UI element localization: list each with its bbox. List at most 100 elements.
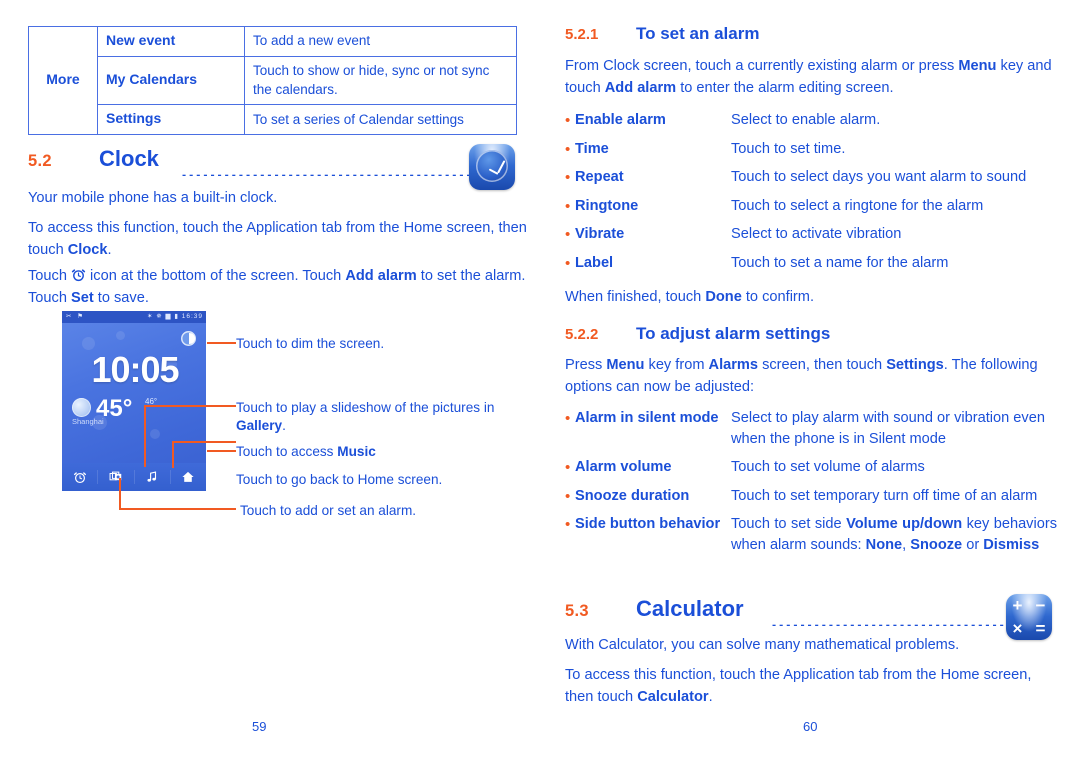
text-bold-none: None (865, 537, 903, 554)
calculator-glyphs: + − × = (1006, 594, 1052, 640)
list-item: • Side button behavior Touch to set side V… (565, 514, 1057, 556)
phone-status-bar: ✂ ⚑ ✶ ✵ ▆ ▮ 16:39 (62, 311, 206, 323)
bullet-icon: • (565, 410, 571, 427)
list-item: • Repeat Touch to select days you want ala… (565, 167, 1057, 189)
list-item: • Vibrate Select to activate vibration (565, 224, 1057, 246)
text-bold-dismiss: Dismiss (983, 537, 1040, 554)
option-desc: Touch to select a ringtone for the alarm (731, 197, 984, 214)
status-left-icons: ✂ ⚑ (66, 313, 86, 320)
table-cell-desc: Touch to show or hide, sync or not sync … (244, 55, 517, 106)
section-heading-calculator: 5.3 Calculator .........................… (565, 594, 1060, 640)
toolbar-gallery-button[interactable] (97, 470, 133, 484)
text-bold-add-alarm: Add alarm (345, 268, 417, 284)
brightness-icon[interactable] (181, 331, 196, 346)
bullet-icon: • (565, 254, 571, 272)
clock-hand-hour (488, 168, 499, 175)
wallpaper-drop (116, 331, 125, 340)
section-title: Calculator (636, 596, 744, 621)
clock-paragraph-1: Your mobile phone has a built-in clock. (28, 190, 278, 206)
bullet-icon: • (565, 459, 571, 476)
bullet-icon: • (565, 197, 571, 215)
callout-label-music: Touch to access Music (236, 443, 526, 461)
option-term: Side button behavior (575, 516, 721, 533)
s521-intro-paragraph: From Clock screen, touch a currently exi… (565, 56, 1057, 100)
callout-label-home: Touch to go back to Home screen. (236, 472, 443, 487)
option-term: Alarm in silent mode (575, 410, 719, 426)
clock-hand-minute (497, 160, 506, 174)
text-bold-settings: Settings (886, 357, 944, 373)
callout-line-music-vertical (172, 441, 174, 468)
clock-face (476, 150, 508, 182)
text-bold-alarms: Alarms (708, 357, 759, 373)
text-run: From Clock screen, touch a currently exi… (565, 58, 959, 74)
bullet-icon: • (565, 516, 571, 534)
text-bold-menu: Menu (958, 58, 997, 74)
text-bold-snooze: Snooze (910, 537, 963, 554)
toolbar-music-button[interactable] (133, 470, 170, 484)
bullet-icon: • (565, 140, 571, 158)
table-row-header-more: More (28, 25, 98, 136)
alarm-clock-icon (71, 268, 86, 282)
text-run: . (107, 241, 112, 258)
list-item: • Ringtone Touch to select a ringtone for … (565, 196, 1057, 218)
option-desc: Touch to select days you want alarm to s… (731, 169, 1027, 186)
manual-page-spread: More New event To add a new event My Cal… (0, 0, 1080, 767)
text-run: Touch to set side (731, 516, 847, 533)
section-number: 5.2.2 (565, 326, 599, 343)
bullet-icon: • (565, 226, 571, 244)
callout-label-dim: Touch to dim the screen. (236, 336, 385, 351)
s521-closing-paragraph: When finished, touch Done to confirm. (565, 287, 1057, 309)
option-term: Time (575, 140, 609, 157)
text-bold-music: Music (337, 444, 376, 459)
list-item: • Enable alarm Select to enable alarm. (565, 110, 1057, 132)
plus-glyph: + (1012, 595, 1023, 615)
list-item: • Label Touch to set a name for the alarm (565, 253, 1057, 275)
phone-weather-widget[interactable]: Shanghai 45° 46° (72, 395, 197, 431)
table-cell-term: My Calendars (97, 55, 245, 106)
toolbar-home-button[interactable] (169, 470, 206, 484)
toolbar-alarm-button[interactable] (62, 470, 97, 484)
phone-clock-time: 10:05 (91, 349, 179, 390)
clock-paragraph-3: Touch icon at the bottom of the screen. … (28, 266, 528, 310)
text-run: icon at the bottom of the screen. Touch (86, 268, 346, 284)
left-page-column: More New event To add a new event My Cal… (24, 0, 527, 767)
phone-screenshot: ✂ ⚑ ✶ ✵ ▆ ▮ 16:39 10:05 Shanghai 45° 46° (62, 311, 206, 491)
status-right-icons: ✶ ✵ ▆ ▮ 16:39 (147, 313, 203, 320)
text-run: or (962, 537, 984, 554)
table-row: Settings To set a series of Calendar set… (29, 104, 517, 136)
callout-line-gallery-vertical (144, 405, 146, 467)
section-title: To adjust alarm settings (636, 324, 831, 343)
callout-line-home (207, 450, 236, 452)
text-run: Press (565, 357, 607, 373)
s522-intro-paragraph: Press Menu key from Alarms screen, then … (565, 355, 1057, 399)
list-item: • Snooze duration Touch to set temporary t… (565, 486, 1057, 508)
option-term: Vibrate (575, 226, 625, 243)
bullet-icon: • (565, 112, 571, 129)
option-desc: Touch to set side Volume up/down key beh… (731, 514, 1057, 556)
text-run: To access this function, touch the Appli… (565, 667, 1032, 705)
option-desc: Select to enable alarm. (731, 112, 881, 128)
table-cell-term: Settings (97, 104, 245, 136)
bullet-icon: • (565, 169, 571, 187)
table-cell-desc: To add a new event (244, 26, 517, 57)
callout-line-dim (207, 342, 236, 344)
calculator-paragraph-2: To access this function, touch the Appli… (565, 665, 1057, 709)
clock-paragraph-2: To access this function, touch the Appli… (28, 218, 528, 262)
text-bold-volume: Volume up/down (846, 516, 963, 533)
weather-temp-high: 45° (96, 395, 133, 422)
option-term: Ringtone (575, 197, 639, 214)
section-number: 5.3 (565, 602, 589, 620)
calculator-paragraph-1: With Calculator, you can solve many math… (565, 637, 960, 653)
weather-sun-cloud-icon (72, 398, 91, 417)
alarm-settings-list: • Alarm in silent mode Select to play alar… (565, 408, 1057, 563)
text-bold-add-alarm: Add alarm (604, 79, 677, 96)
callout-line-alarm-horizontal (119, 508, 236, 510)
callout-line-music-horizontal (172, 441, 236, 443)
option-desc: Select to activate vibration (731, 226, 902, 243)
section-heading-5-2-1: 5.2.1 To set an alarm (565, 24, 1060, 50)
page-number-right: 60 (803, 719, 818, 734)
callout-label-gallery: Touch to play a slideshow of the picture… (236, 399, 526, 436)
text-run: to save. (93, 289, 149, 306)
dot-leader: ........................................… (181, 158, 481, 176)
option-term: Snooze duration (575, 487, 690, 504)
